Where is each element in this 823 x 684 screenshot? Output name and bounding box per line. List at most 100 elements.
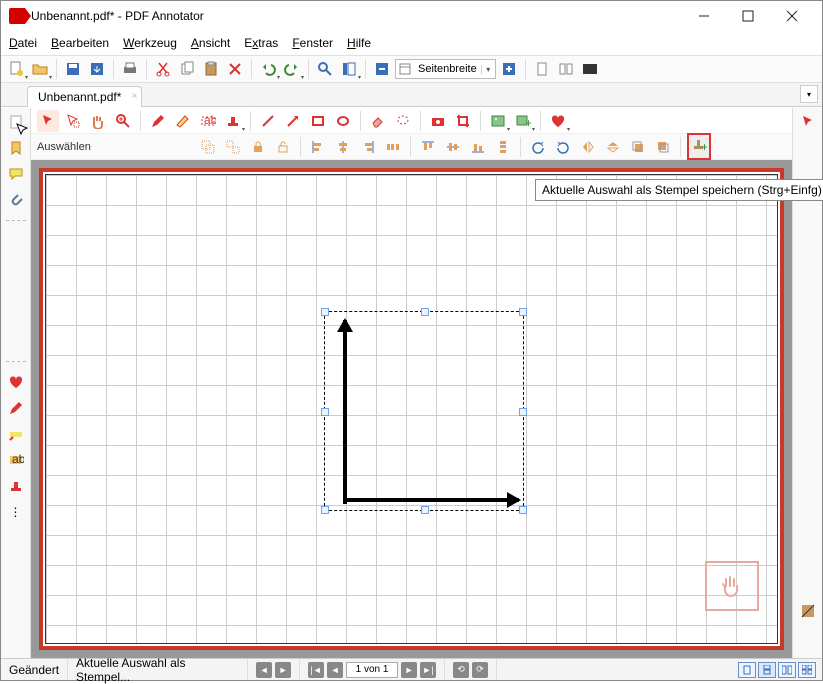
- minimize-button[interactable]: [682, 2, 726, 30]
- page-input[interactable]: 1 von 1: [346, 662, 398, 678]
- align-bottom-button[interactable]: [467, 136, 489, 158]
- arrow-tool-button[interactable]: [282, 110, 304, 132]
- nav-forward-button[interactable]: ⟳: [472, 662, 488, 678]
- rotate-right-button[interactable]: [552, 136, 574, 158]
- image-insert-button[interactable]: ▾: [487, 110, 509, 132]
- fullscreen-button[interactable]: [579, 58, 601, 80]
- selection-box[interactable]: [324, 311, 524, 511]
- flip-v-button[interactable]: [602, 136, 624, 158]
- fav-text-icon[interactable]: abI: [6, 450, 26, 470]
- first-page-button[interactable]: |◄: [308, 662, 324, 678]
- snapshot-tool-button[interactable]: [427, 110, 449, 132]
- bring-front-button[interactable]: [627, 136, 649, 158]
- fav-marker-icon[interactable]: [6, 424, 26, 444]
- fav-heart-icon[interactable]: [6, 372, 26, 392]
- cut-button[interactable]: [152, 58, 174, 80]
- handle-w[interactable]: [321, 408, 329, 416]
- handle-se[interactable]: [519, 506, 527, 514]
- lock-button[interactable]: [247, 136, 269, 158]
- copy-button[interactable]: [176, 58, 198, 80]
- panel-comment-icon[interactable]: [6, 164, 26, 184]
- canvas-area[interactable]: [31, 160, 792, 658]
- zoom-in-button[interactable]: [498, 58, 520, 80]
- handle-sw[interactable]: [321, 506, 329, 514]
- redo-button[interactable]: ▾: [281, 58, 303, 80]
- open-button[interactable]: ▾: [29, 58, 51, 80]
- menu-hilfe[interactable]: Hilfe: [347, 36, 371, 50]
- pointer-mode-icon[interactable]: [800, 114, 816, 133]
- menu-bearbeiten[interactable]: Bearbeiten: [51, 36, 109, 50]
- zoom-combo[interactable]: Seitenbreite ▾: [395, 59, 496, 79]
- pdf-page[interactable]: [39, 168, 784, 650]
- color-swatch-icon[interactable]: [800, 603, 816, 622]
- new-doc-button[interactable]: ▾: [5, 58, 27, 80]
- close-button[interactable]: [770, 2, 814, 30]
- menu-ansicht[interactable]: Ansicht: [191, 36, 230, 50]
- view-two-continuous-button[interactable]: [798, 662, 816, 678]
- tabs-overflow-button[interactable]: ▾: [800, 85, 818, 103]
- lasso-tool-button[interactable]: [62, 110, 84, 132]
- arrow-vertical[interactable]: [343, 320, 347, 504]
- zoom-out-button[interactable]: [371, 58, 393, 80]
- distribute-h-button[interactable]: [382, 136, 404, 158]
- send-back-button[interactable]: [652, 136, 674, 158]
- delete-button[interactable]: [224, 58, 246, 80]
- maximize-button[interactable]: [726, 2, 770, 30]
- prev-page-button[interactable]: ◄: [327, 662, 343, 678]
- menu-datei[interactable]: Datei: [9, 36, 37, 50]
- zoom-dropdown-icon[interactable]: ▾: [481, 65, 495, 74]
- fav-pen-icon[interactable]: [6, 398, 26, 418]
- align-middle-v-button[interactable]: [442, 136, 464, 158]
- export-button[interactable]: [86, 58, 108, 80]
- rotate-left-button[interactable]: [527, 136, 549, 158]
- nav-back-button[interactable]: ⟲: [453, 662, 469, 678]
- textbox-tool-button[interactable]: ab: [197, 110, 219, 132]
- paste-button[interactable]: [200, 58, 222, 80]
- two-page-button[interactable]: [555, 58, 577, 80]
- panel-attachment-icon[interactable]: [6, 190, 26, 210]
- save-selection-as-stamp-button[interactable]: +: [687, 133, 711, 160]
- align-center-h-button[interactable]: [332, 136, 354, 158]
- view-single-button[interactable]: [738, 662, 756, 678]
- arrow-horizontal[interactable]: [343, 498, 519, 502]
- fav-more-icon[interactable]: ⋮: [6, 502, 26, 522]
- menu-werkzeug[interactable]: Werkzeug: [123, 36, 177, 50]
- rect-tool-button[interactable]: [307, 110, 329, 132]
- eraser-tool-button[interactable]: [367, 110, 389, 132]
- next-page-button[interactable]: ►: [401, 662, 417, 678]
- menu-fenster[interactable]: Fenster: [292, 36, 333, 50]
- save-button[interactable]: [62, 58, 84, 80]
- print-button[interactable]: [119, 58, 141, 80]
- crop-tool-button[interactable]: [452, 110, 474, 132]
- search-button[interactable]: [314, 58, 336, 80]
- image-add-button[interactable]: +▾: [512, 110, 534, 132]
- handle-nw[interactable]: [321, 308, 329, 316]
- line-tool-button[interactable]: [257, 110, 279, 132]
- view-continuous-button[interactable]: [758, 662, 776, 678]
- favorite-button[interactable]: ▾: [547, 110, 569, 132]
- last-page-button[interactable]: ►|: [420, 662, 436, 678]
- zoom-tool-button[interactable]: [112, 110, 134, 132]
- stamp-tool-button[interactable]: ▾: [222, 110, 244, 132]
- pan-tool-button[interactable]: [87, 110, 109, 132]
- marker-tool-button[interactable]: [172, 110, 194, 132]
- flip-h-button[interactable]: [577, 136, 599, 158]
- select-tool-button[interactable]: [37, 110, 59, 132]
- handle-e[interactable]: [519, 408, 527, 416]
- menu-extras[interactable]: Extras: [244, 36, 278, 50]
- fav-stamp-icon[interactable]: [6, 476, 26, 496]
- handle-ne[interactable]: [519, 308, 527, 316]
- align-left-button[interactable]: [307, 136, 329, 158]
- align-top-button[interactable]: [417, 136, 439, 158]
- ellipse-tool-button[interactable]: [332, 110, 354, 132]
- sidebar-toggle-button[interactable]: ▾: [338, 58, 360, 80]
- panel-bookmark-icon[interactable]: [6, 138, 26, 158]
- group-button[interactable]: [197, 136, 219, 158]
- stamp-next-button[interactable]: ►: [275, 662, 291, 678]
- pen-tool-button[interactable]: [147, 110, 169, 132]
- single-page-button[interactable]: [531, 58, 553, 80]
- align-right-button[interactable]: [357, 136, 379, 158]
- undo-button[interactable]: ▾: [257, 58, 279, 80]
- handle-s[interactable]: [421, 506, 429, 514]
- view-two-page-button[interactable]: [778, 662, 796, 678]
